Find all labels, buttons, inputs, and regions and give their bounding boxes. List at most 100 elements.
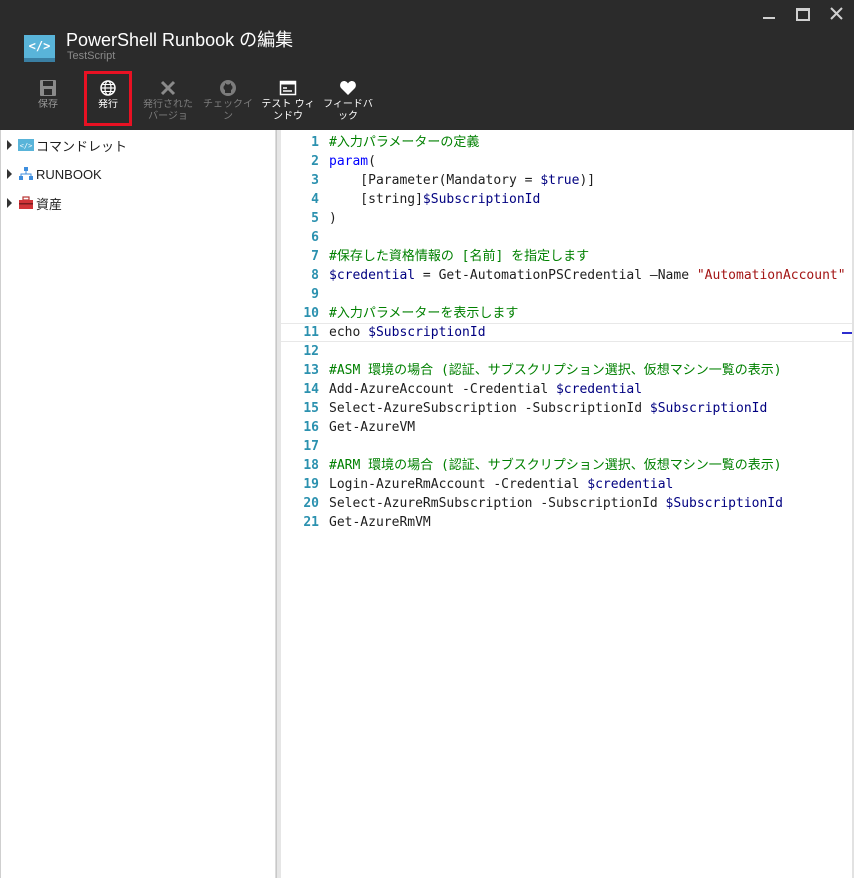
code-text: [string]$SubscriptionId [329,190,540,209]
tree-item-label: コマンドレット [36,138,128,154]
publish-button[interactable]: 発行 [78,70,138,128]
x-icon [160,80,176,96]
code-token: Get-AzureRmVM [329,515,431,530]
github-icon [220,80,236,96]
code-token: #ASM 環境の場合 (認証、サブスクリプション選択、仮想マシン一覧の表示) [329,363,782,378]
code-token: #入力パラメーターの定義 [329,135,480,150]
heart-icon [340,81,356,95]
code-text: #ARM 環境の場合 (認証、サブスクリプション選択、仮想マシン一覧の表示) [329,456,782,475]
code-line[interactable]: 6 [281,228,854,247]
feedback-label: フィードバック [323,99,373,122]
line-number: 19 [303,477,319,492]
code-line[interactable]: 2 param( [281,152,854,171]
code-line[interactable]: 17 [281,437,854,456]
code-line[interactable]: 1 #入力パラメーターの定義 [281,133,854,152]
code-line[interactable]: 10 #入力パラメーターを表示します [281,304,854,323]
code-text: [Parameter(Mandatory = $true)] [329,171,595,190]
minimize-icon[interactable] [752,0,786,28]
code-text: #入力パラメーターを表示します [329,304,518,323]
code-line[interactable]: 18 #ARM 環境の場合 (認証、サブスクリプション選択、仮想マシン一覧の表示) [281,456,854,475]
checkin-button[interactable]: チェックイン [198,70,258,128]
window-controls [752,0,854,28]
expand-caret-icon[interactable] [7,140,12,150]
code-line[interactable]: 5) [281,209,854,228]
expand-caret-icon[interactable] [7,198,12,208]
tree-item-runbook[interactable]: RUNBOOK [7,164,102,184]
assets-icon [18,196,34,210]
code-token: $SubscriptionId [665,496,783,511]
library-tree: </> コマンドレット RUNBOOK 資産 [0,130,276,878]
code-text: param( [329,152,376,171]
code-line[interactable]: 14 Add-AzureAccount -Credential $credenti… [281,380,854,399]
line-number: 2 [311,154,319,169]
code-token: $SubscriptionId [368,325,486,340]
line-number: 11 [303,325,319,340]
line-number: 8 [311,268,319,283]
command-toolbar: 保存 発行 発行されたバージョン… チェックイン [18,70,378,130]
code-token: [Parameter(Mandatory = [329,173,541,188]
line-number: 14 [303,382,319,397]
line-number: 1 [311,135,319,150]
code-token: Get-AzureVM [329,420,416,435]
code-token: $credential [329,268,416,283]
code-line[interactable]: 4 [string]$SubscriptionId [281,190,854,209]
globe-icon [100,80,116,96]
revert-to-published-button[interactable]: 発行されたバージョン… [138,70,198,128]
code-text: Add-AzureAccount -Credential $credential [329,380,642,399]
code-token: #保存した資格情報の [名前] を指定します [329,249,590,264]
feedback-button[interactable]: フィードバック [318,70,378,128]
code-editor[interactable]: 1 #入力パラメーターの定義 2 param(3 [Parameter(Mandato… [281,130,854,878]
code-line[interactable]: 21 Get-AzureRmVM [281,513,854,532]
runbook-icon [18,167,34,181]
code-line[interactable]: 11 echo $SubscriptionId [281,323,854,342]
line-number: 5 [311,211,319,226]
code-line[interactable]: 12 [281,342,854,361]
code-text: Get-AzureVM [329,418,415,437]
blade-header: </> PowerShell Runbook の編集 TestScript 保存… [0,0,854,130]
runbook-editor-icon: </> [24,35,55,62]
line-number: 17 [303,439,319,454]
line-number: 9 [311,287,319,302]
expand-caret-icon[interactable] [7,169,12,179]
line-number: 10 [303,306,319,321]
line-number: 4 [311,192,319,207]
code-text: #入力パラメーターの定義 [329,133,479,152]
code-token: param [329,154,369,169]
code-line[interactable]: 9 [281,285,854,304]
code-line[interactable]: 20 Select-AzureRmSubscription -Subscripti… [281,494,854,513]
page-subtitle: TestScript [67,50,116,62]
page-title: PowerShell Runbook の編集 [66,30,294,50]
tree-item-assets[interactable]: 資産 [7,193,62,213]
code-text: Get-AzureRmVM [329,513,431,532]
code-line[interactable]: 15 Select-AzureSubscription -Subscription… [281,399,854,418]
code-line[interactable]: 3 [Parameter(Mandatory = $true)] [281,171,854,190]
code-text: #ASM 環境の場合 (認証、サブスクリプション選択、仮想マシン一覧の表示) [329,361,782,380]
close-icon[interactable] [820,0,854,28]
code-token: = Get-AutomationPSCredential –Name [415,268,697,283]
code-line[interactable]: 7 #保存した資格情報の [名前] を指定します [281,247,854,266]
test-pane-button[interactable]: テスト ウィンドウ [258,70,318,128]
code-token: [string] [329,192,423,207]
line-number: 20 [303,496,319,511]
tree-item-cmdlets[interactable]: </> コマンドレット [7,135,127,155]
code-token: ( [368,154,376,169]
tree-item-label: 資産 [36,196,63,212]
code-text: Select-AzureRmSubscription -Subscription… [329,494,783,513]
code-line[interactable]: 13 #ASM 環境の場合 (認証、サブスクリプション選択、仮想マシン一覧の表示) [281,361,854,380]
code-token: )] [579,173,596,188]
line-number: 7 [311,249,319,264]
code-line[interactable]: 8 $credential = Get-AutomationPSCredentia… [281,266,854,285]
code-token: Add-AzureAccount -Credential [329,382,556,397]
code-token: $SubscriptionId [649,401,768,416]
maximize-icon[interactable] [786,0,820,28]
code-token: $true [540,173,580,188]
code-text: echo $SubscriptionId [329,324,486,341]
line-number: 12 [303,344,319,359]
code-token: #ARM 環境の場合 (認証、サブスクリプション選択、仮想マシン一覧の表示) [329,458,782,473]
test-pane-icon [279,80,297,96]
line-number: 15 [303,401,319,416]
code-text: #保存した資格情報の [名前] を指定します [329,247,589,266]
code-line[interactable]: 19 Login-AzureRmAccount -Credential $cred… [281,475,854,494]
save-button[interactable]: 保存 [18,70,78,128]
code-line[interactable]: 16 Get-AzureVM [281,418,854,437]
